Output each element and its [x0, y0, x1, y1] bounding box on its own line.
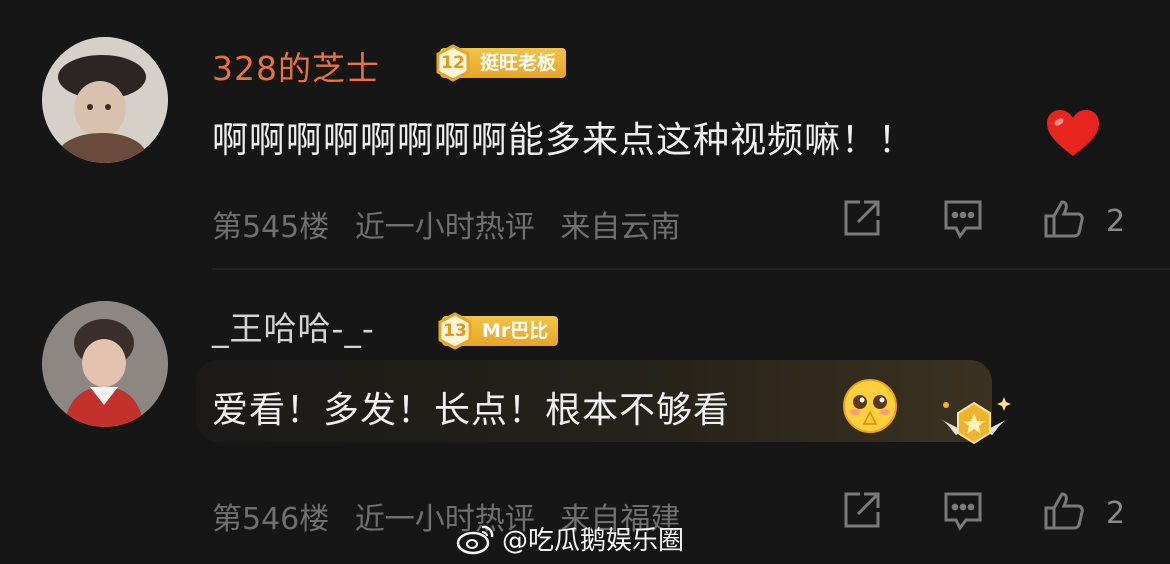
- reply-icon[interactable]: [942, 490, 984, 532]
- like-icon[interactable]: [1042, 490, 1086, 532]
- badge-label: 挺旺老板: [480, 52, 557, 74]
- comment-text: 爱看！多发！长点！根本不够看: [212, 390, 731, 431]
- username[interactable]: 328的芝士: [212, 42, 380, 90]
- medal-icon: [934, 393, 1014, 457]
- avatar[interactable]: [42, 37, 168, 163]
- floor-number: 第546楼: [212, 502, 330, 537]
- comment-location: 来自云南: [560, 210, 681, 245]
- share-icon[interactable]: [840, 198, 882, 240]
- weibo-logo-icon: [456, 525, 494, 554]
- pleading-emoji-icon: [842, 378, 898, 438]
- like-count: 2: [1106, 204, 1126, 239]
- divider: [212, 268, 1170, 270]
- watermark-text: @吃瓜鹅娱乐圈: [502, 526, 685, 556]
- badge-level-icon: 13: [436, 312, 474, 350]
- comment-time: 近一小时热评: [354, 210, 535, 245]
- username[interactable]: _王哈哈-_-: [212, 302, 375, 350]
- comment-item: 328的芝士 12 挺旺老板 啊啊啊啊啊啊啊啊能多来点这种视频嘛！！ 第545楼…: [0, 0, 1170, 270]
- comment-text: 啊啊啊啊啊啊啊啊能多来点这种视频嘛！！: [212, 120, 916, 161]
- heart-icon: [1045, 108, 1101, 162]
- fan-badge[interactable]: 13 Mr巴比: [438, 312, 559, 350]
- reply-icon[interactable]: [942, 198, 984, 240]
- badge-label: Mr巴比: [482, 320, 549, 342]
- watermark: @吃瓜鹅娱乐圈: [456, 520, 684, 557]
- avatar[interactable]: [42, 301, 168, 427]
- fan-badge[interactable]: 12 挺旺老板: [436, 44, 567, 82]
- like-count: 2: [1106, 496, 1126, 531]
- floor-number: 第545楼: [212, 210, 330, 245]
- like-icon[interactable]: [1042, 198, 1086, 240]
- badge-level-icon: 12: [434, 44, 472, 82]
- share-icon[interactable]: [840, 490, 882, 532]
- comment-meta: 第545楼 近一小时热评 来自云南: [212, 202, 696, 246]
